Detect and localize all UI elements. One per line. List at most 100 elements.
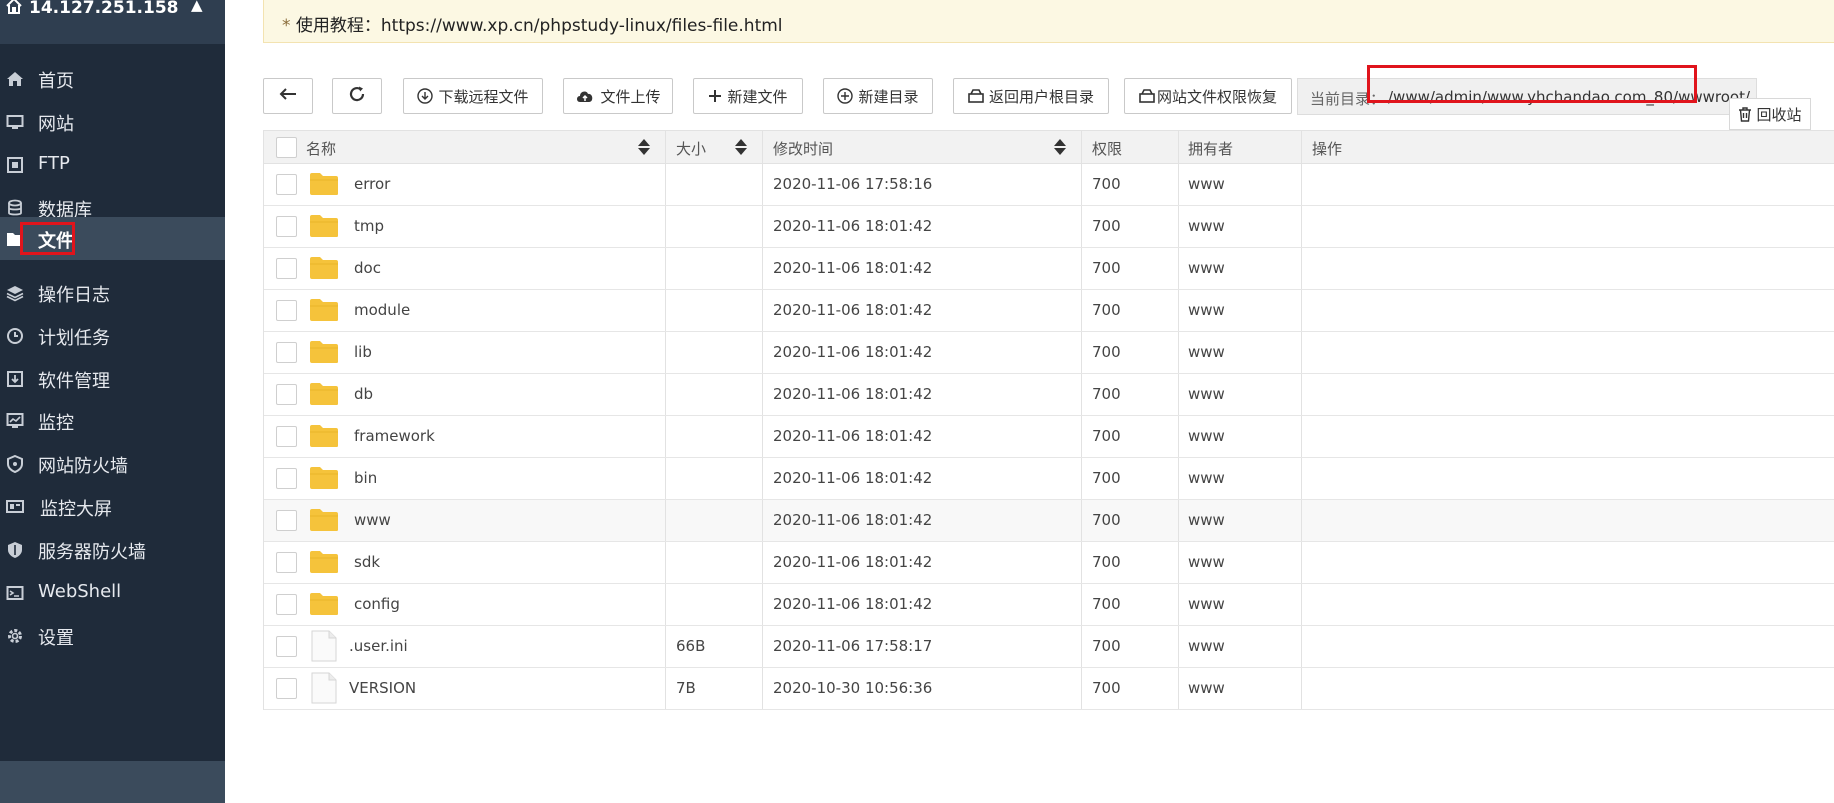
file-name[interactable]: error bbox=[354, 175, 390, 193]
table-row[interactable]: doc 2020-11-06 18:01:42 700 www bbox=[264, 248, 1834, 290]
new-dir-button[interactable]: 新建目录 bbox=[823, 78, 933, 114]
sort-icon[interactable] bbox=[637, 137, 651, 159]
file-name[interactable]: lib bbox=[354, 343, 372, 361]
row-checkbox[interactable] bbox=[276, 426, 297, 447]
file-name[interactable]: VERSION bbox=[349, 679, 416, 697]
file-perm[interactable]: 700 bbox=[1092, 385, 1121, 403]
col-mtime[interactable]: 修改时间 bbox=[773, 138, 833, 159]
table-row[interactable]: framework 2020-11-06 18:01:42 700 www bbox=[264, 416, 1834, 458]
file-perm[interactable]: 700 bbox=[1092, 217, 1121, 235]
file-perm[interactable]: 700 bbox=[1092, 427, 1121, 445]
row-checkbox[interactable] bbox=[276, 300, 297, 321]
recycle-bin-button[interactable]: 回收站 bbox=[1729, 98, 1811, 130]
row-checkbox[interactable] bbox=[276, 174, 297, 195]
file-owner[interactable]: www bbox=[1188, 385, 1225, 403]
file-perm[interactable]: 700 bbox=[1092, 259, 1121, 277]
table-row[interactable]: db 2020-11-06 18:01:42 700 www bbox=[264, 374, 1834, 416]
file-owner[interactable]: www bbox=[1188, 595, 1225, 613]
home-dir-button[interactable]: 返回用户根目录 bbox=[953, 78, 1109, 114]
row-checkbox[interactable] bbox=[276, 258, 297, 279]
file-owner[interactable]: www bbox=[1188, 427, 1225, 445]
file-perm[interactable]: 700 bbox=[1092, 469, 1121, 487]
table-row[interactable]: lib 2020-11-06 18:01:42 700 www bbox=[264, 332, 1834, 374]
table-row[interactable]: tmp 2020-11-06 18:01:42 700 www bbox=[264, 206, 1834, 248]
plus-icon bbox=[708, 89, 722, 103]
sort-icon[interactable] bbox=[1053, 137, 1067, 159]
sidebar-item-settings[interactable]: 设置 bbox=[0, 611, 225, 661]
upload-button[interactable]: 文件上传 bbox=[563, 78, 673, 114]
row-checkbox[interactable] bbox=[276, 552, 297, 573]
back-button[interactable] bbox=[263, 78, 313, 114]
table-row[interactable]: bin 2020-11-06 18:01:42 700 www bbox=[264, 458, 1834, 500]
file-perm[interactable]: 700 bbox=[1092, 175, 1121, 193]
file-name[interactable]: db bbox=[354, 385, 373, 403]
file-name[interactable]: doc bbox=[354, 259, 381, 277]
row-checkbox[interactable] bbox=[276, 342, 297, 363]
file-perm[interactable]: 700 bbox=[1092, 343, 1121, 361]
row-checkbox[interactable] bbox=[276, 468, 297, 489]
file-name[interactable]: module bbox=[354, 301, 410, 319]
col-perm: 权限 bbox=[1092, 140, 1123, 158]
tip-link-text[interactable]: 使用教程：https://www.xp.cn/phpstudy-linux/fi… bbox=[291, 16, 783, 36]
ftp-icon bbox=[6, 156, 24, 174]
row-checkbox[interactable] bbox=[276, 678, 297, 699]
table-row[interactable]: config 2020-11-06 18:01:42 700 www bbox=[264, 584, 1834, 626]
row-checkbox[interactable] bbox=[276, 636, 297, 657]
table-row[interactable]: www 2020-11-06 18:01:42 700 www bbox=[264, 500, 1834, 542]
row-checkbox[interactable] bbox=[276, 384, 297, 405]
file-name[interactable]: .user.ini bbox=[349, 637, 408, 655]
file-owner[interactable]: www bbox=[1188, 301, 1225, 319]
file-perm[interactable]: 700 bbox=[1092, 553, 1121, 571]
new-file-button[interactable]: 新建文件 bbox=[693, 78, 803, 114]
column-divider bbox=[665, 332, 666, 373]
sort-icon[interactable] bbox=[734, 137, 748, 159]
file-perm[interactable]: 700 bbox=[1092, 637, 1121, 655]
file-owner[interactable]: www bbox=[1188, 175, 1225, 193]
chevron-up-icon[interactable]: ▲ bbox=[191, 0, 203, 14]
folder-icon bbox=[309, 508, 343, 536]
file-name[interactable]: sdk bbox=[354, 553, 380, 571]
sidebar-item-label: 首页 bbox=[38, 71, 74, 92]
file-name[interactable]: bin bbox=[354, 469, 377, 487]
file-owner[interactable]: www bbox=[1188, 553, 1225, 571]
file-owner[interactable]: www bbox=[1188, 511, 1225, 529]
file-perm[interactable]: 700 bbox=[1092, 511, 1121, 529]
file-owner[interactable]: www bbox=[1188, 469, 1225, 487]
file-owner[interactable]: www bbox=[1188, 217, 1225, 235]
restore-perms-button[interactable]: 网站文件权限恢复 bbox=[1124, 78, 1292, 114]
row-checkbox[interactable] bbox=[276, 216, 297, 237]
file-name[interactable]: config bbox=[354, 595, 400, 613]
download-remote-button[interactable]: 下载远程文件 bbox=[403, 78, 543, 114]
sidebar-item-label: WebShell bbox=[38, 581, 122, 602]
col-size[interactable]: 大小 bbox=[676, 138, 706, 159]
file-perm[interactable]: 700 bbox=[1092, 595, 1121, 613]
table-row[interactable]: module 2020-11-06 18:01:42 700 www bbox=[264, 290, 1834, 332]
file-owner[interactable]: www bbox=[1188, 637, 1225, 655]
file-name[interactable]: tmp bbox=[354, 217, 384, 235]
host-switcher[interactable]: 14.127.251.158 ▲ bbox=[0, 0, 225, 44]
host-ip: 14.127.251.158 bbox=[29, 0, 179, 18]
table-row[interactable]: VERSION 7B 2020-10-30 10:56:36 700 www bbox=[264, 668, 1834, 710]
file-name[interactable]: www bbox=[354, 511, 391, 529]
table-row[interactable]: sdk 2020-11-06 18:01:42 700 www bbox=[264, 542, 1834, 584]
column-divider bbox=[1178, 131, 1179, 163]
file-owner[interactable]: www bbox=[1188, 343, 1225, 361]
file-owner[interactable]: www bbox=[1188, 679, 1225, 697]
folder-icon bbox=[309, 466, 343, 494]
file-owner[interactable]: www bbox=[1188, 259, 1225, 277]
file-perm[interactable]: 700 bbox=[1092, 301, 1121, 319]
sidebar-item-label: 计划任务 bbox=[38, 328, 110, 349]
table-row[interactable]: error 2020-11-06 17:58:16 700 www bbox=[264, 164, 1834, 206]
col-name[interactable]: 名称 bbox=[306, 138, 336, 159]
row-checkbox[interactable] bbox=[276, 594, 297, 615]
select-all-checkbox[interactable] bbox=[276, 137, 297, 158]
file-perm[interactable]: 700 bbox=[1092, 679, 1121, 697]
folder-icon bbox=[309, 298, 343, 326]
refresh-button[interactable] bbox=[332, 78, 382, 114]
sidebar-item-label: 网站防火墙 bbox=[38, 456, 128, 477]
column-divider bbox=[762, 500, 763, 541]
column-divider bbox=[762, 248, 763, 289]
file-name[interactable]: framework bbox=[354, 427, 435, 445]
row-checkbox[interactable] bbox=[276, 510, 297, 531]
table-row[interactable]: .user.ini 66B 2020-11-06 17:58:17 700 ww… bbox=[264, 626, 1834, 668]
